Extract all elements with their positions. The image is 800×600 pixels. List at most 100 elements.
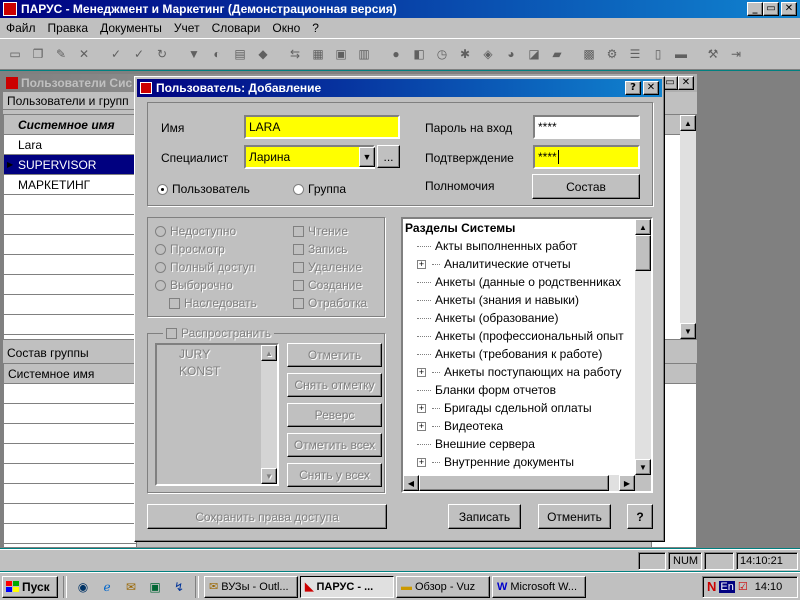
scroll-right-button[interactable]: ▶ [619,475,635,491]
list-item[interactable]: KONST [157,362,277,379]
window-icon[interactable]: ▣ [330,44,352,65]
mark-button[interactable]: Отметить [287,343,382,367]
table-icon[interactable]: ▦ [307,44,329,65]
tools-icon[interactable]: ✱ [454,44,476,65]
checkbox-write[interactable]: Запись [293,240,347,258]
tree-item[interactable]: Бланки форм отчетов [417,381,651,399]
palette-icon[interactable]: ● [385,44,407,65]
table-row[interactable] [4,484,136,504]
tree-item[interactable]: + Анкеты поступающих на работу [417,363,651,381]
quick-launch-desktop-icon[interactable]: ▣ [144,576,166,597]
table-row[interactable] [4,424,136,444]
scroll-up-button[interactable]: ▲ [680,115,696,131]
edit-icon[interactable]: ✎ [50,44,72,65]
menu-file[interactable]: Файл [0,21,42,35]
users-window-close[interactable]: ✕ [678,76,694,90]
group-col-header[interactable]: Системное имя [4,364,136,384]
tree-item[interactable]: Анкеты (данные о родственниках [417,273,651,291]
new-icon[interactable]: ▭ [4,44,26,65]
expand-plus-icon[interactable]: + [417,457,426,467]
scroll-down-button[interactable]: ▼ [680,323,696,339]
list-item[interactable]: JURY [157,345,277,362]
radio-selective[interactable]: Выборочно [155,276,233,294]
cube-icon[interactable]: ◆ [252,44,274,65]
table-row[interactable] [4,524,136,544]
radio-view[interactable]: Просмотр [155,240,225,258]
export-icon[interactable]: ⇆ [284,44,306,65]
uncheck-icon[interactable]: ✓ [128,44,150,65]
grid-icon[interactable]: ▩ [578,44,600,65]
menu-documents[interactable]: Документы [94,21,168,35]
users-listbox[interactable]: JURY KONST ▲ ▼ [155,343,279,486]
restore-button[interactable]: ▭ [763,2,779,16]
dialog-help-button[interactable]: ? [625,81,641,95]
task-parus[interactable]: ◣ ПАРУС - ... [300,575,394,598]
table-row[interactable] [4,275,136,295]
expand-plus-icon[interactable]: + [417,421,426,431]
check-icon[interactable]: ✓ [105,44,127,65]
search-icon[interactable]: ◐ [206,44,228,65]
quick-launch-explorer-icon[interactable]: ◉ [72,576,94,597]
checkbox-inherit[interactable]: Наследовать [169,294,257,312]
close-button[interactable]: ✕ [781,2,797,16]
checkbox-process[interactable]: Отработка [293,294,367,312]
scroll-up-button[interactable]: ▲ [261,345,277,361]
menu-help[interactable]: ? [306,21,325,35]
gear-icon[interactable]: ⚙ [601,44,623,65]
checkbox-create[interactable]: Создание [293,276,362,294]
tree-item[interactable]: Анкеты (требования к работе) [417,345,651,363]
menu-accounting[interactable]: Учет [168,21,206,35]
scroll-down-button[interactable]: ▼ [635,459,651,475]
task-outlook[interactable]: ✉ ВУЗы - Outl... [204,575,298,598]
table-row[interactable] [4,404,136,424]
list-scrollbar[interactable]: ▲ ▼ [261,345,277,484]
quick-launch-channels-icon[interactable]: ↯ [168,576,190,597]
doc-icon[interactable]: ▯ [647,44,669,65]
task-word[interactable]: W Microsoft W... [492,575,586,598]
h-scroll-thumb[interactable] [419,475,609,491]
table-row[interactable] [4,215,136,235]
unmark-button[interactable]: Снять отметку [287,373,382,397]
confirm-field[interactable]: **** [533,145,640,169]
table-row[interactable] [4,195,136,215]
language-indicator[interactable]: En [719,580,735,593]
menu-edit[interactable]: Правка [42,21,95,35]
task-explorer[interactable]: ▬ Обзор - Vuz [396,575,490,598]
menu-dictionaries[interactable]: Словари [206,21,267,35]
list-icon[interactable]: ☰ [624,44,646,65]
table-row-marketing[interactable]: МАРКЕТИНГ [4,175,136,195]
table-row-lara[interactable]: Lara [4,135,136,155]
specialist-select[interactable]: Ларина [244,145,375,169]
scroll-left-button[interactable]: ◀ [403,475,419,491]
tree-item[interactable]: Анкеты (знания и навыки) [417,291,651,309]
menu-window[interactable]: Окно [266,21,306,35]
table-row-supervisor[interactable]: ▶ SUPERVISOR [4,155,136,175]
cancel-button[interactable]: Отменить [538,504,611,529]
scroll-down-button[interactable]: ▼ [261,468,277,484]
table-row[interactable] [4,504,136,524]
reverse-button[interactable]: Реверс [287,403,382,427]
checkbox-read[interactable]: Чтение [293,222,348,240]
clock-icon[interactable]: ◷ [431,44,453,65]
dialog-close-button[interactable]: ✕ [643,81,659,95]
help-button[interactable]: ? [627,504,653,529]
print-icon[interactable]: ▤ [229,44,251,65]
tree-v-scrollbar[interactable]: ▲ ▼ [635,219,651,475]
tree-item[interactable]: + Внутренние документы [417,453,651,471]
calc-icon[interactable]: ▥ [353,44,375,65]
table-row[interactable] [4,255,136,275]
checkbox-delete[interactable]: Удаление [293,258,362,276]
write-button[interactable]: Записать [448,504,521,529]
truck-icon[interactable]: ▰ [546,44,568,65]
copy-icon[interactable]: ❐ [27,44,49,65]
mark-all-button[interactable]: Отметить всех [287,433,382,457]
scroll-thumb[interactable] [635,235,651,271]
users-col-header[interactable]: Системное имя [4,115,136,135]
table-row[interactable] [4,295,136,315]
specialist-dropdown-button[interactable]: ▼ [359,147,375,167]
exit-icon[interactable]: ⇥ [725,44,747,65]
table-row[interactable] [4,315,136,335]
quick-launch-ie-icon[interactable]: ℯ [96,576,118,597]
pie-icon[interactable]: ◕ [500,44,522,65]
tree-h-scrollbar[interactable]: ◀ ▶ [403,475,635,491]
